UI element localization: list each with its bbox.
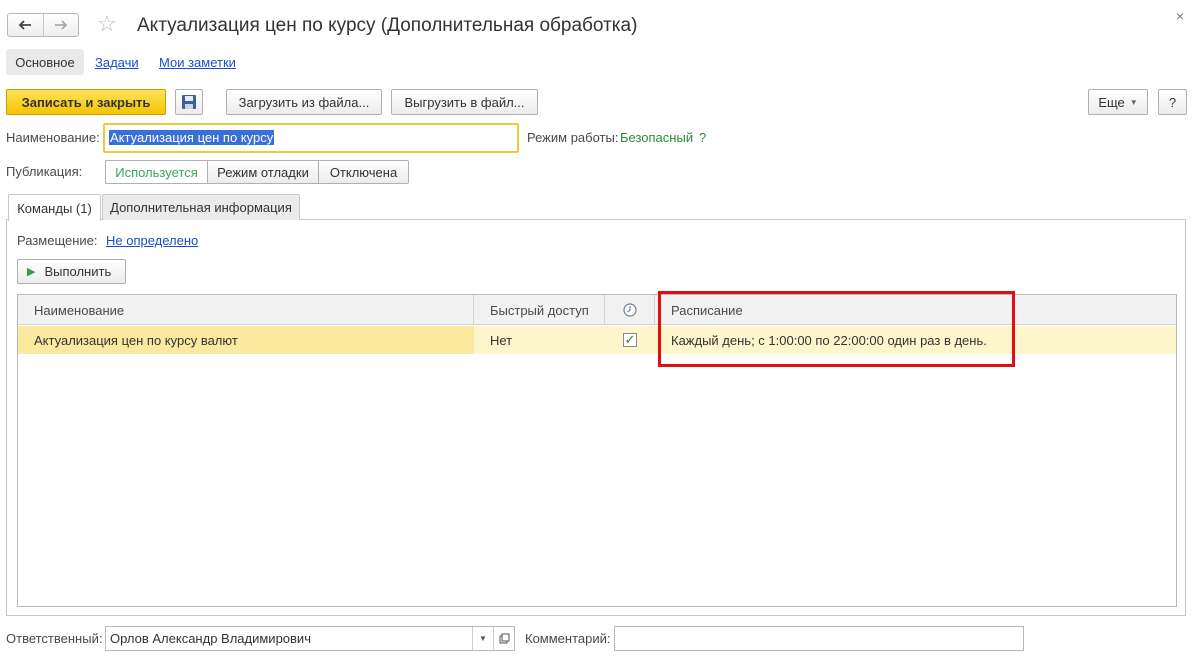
window-title: Актуализация цен по курсу (Дополнительна… [137,15,638,36]
open-icon [499,633,509,644]
back-button[interactable] [8,14,43,36]
column-header-scheduled[interactable] [605,295,655,325]
floppy-disk-icon [182,95,196,109]
unload-to-file-button[interactable]: Выгрузить в файл... [391,89,538,115]
name-label: Наименование: [6,130,100,145]
clock-icon [622,303,637,317]
close-icon[interactable]: × [1176,8,1184,24]
column-header-quick-access[interactable]: Быстрый доступ [474,295,605,325]
mode-value: Безопасный [620,130,694,145]
name-input[interactable]: Актуализация цен по курсу [103,123,519,153]
section-tab-notes[interactable]: Мои заметки [159,55,236,70]
publication-label: Публикация: [6,164,83,179]
comment-field[interactable] [614,626,1024,651]
mode-help-icon[interactable]: ? [699,130,706,145]
help-button[interactable]: ? [1158,89,1187,115]
arrow-right-icon [54,20,68,30]
row-name-cell: Актуализация цен по курсу валют [18,326,474,354]
placement-label: Размещение: [17,233,98,248]
section-tab-tasks[interactable]: Задачи [95,55,139,70]
section-tab-main[interactable]: Основное [6,49,84,75]
publication-option-debug[interactable]: Режим отладки [207,160,319,184]
more-button-label: Еще [1098,94,1125,110]
execute-button[interactable]: ▶ Выполнить [17,259,126,284]
responsible-dropdown-icon[interactable]: ▼ [472,627,493,650]
publication-option-used[interactable]: Используется [105,160,208,184]
comment-label: Комментарий: [525,631,611,646]
scheduled-checkbox[interactable]: ✓ [623,333,637,347]
name-input-value: Актуализация цен по курсу [109,130,275,145]
more-button[interactable]: Еще ▼ [1088,89,1148,115]
forward-button[interactable] [42,14,79,36]
row-scheduled-cell: ✓ [605,326,655,354]
execute-button-label: Выполнить [44,264,112,279]
highlight-frame [658,291,1015,367]
play-icon: ▶ [27,266,36,278]
open-responsible-button[interactable] [493,627,514,650]
publication-option-disabled[interactable]: Отключена [318,160,409,184]
navigation-buttons [7,13,79,37]
row-quick-access-cell: Нет [490,332,513,348]
placement-link[interactable]: Не определено [106,233,198,248]
save-and-close-button[interactable]: Записать и закрыть [6,89,166,115]
column-header-name[interactable]: Наименование [18,295,474,325]
mode-label: Режим работы: [527,130,619,145]
responsible-label: Ответственный: [6,631,103,646]
responsible-value: Орлов Александр Владимирович [110,631,311,646]
load-from-file-button[interactable]: Загрузить из файла... [226,89,382,115]
checkmark-icon: ✓ [624,332,636,347]
chevron-down-icon: ▼ [1129,97,1138,107]
favorite-star-icon[interactable]: ☆ [97,13,117,35]
arrow-left-icon [18,20,32,30]
tab-additional-info[interactable]: Дополнительная информация [102,194,300,220]
responsible-field[interactable]: Орлов Александр Владимирович [105,626,515,651]
save-button[interactable] [175,89,203,115]
tab-commands[interactable]: Команды (1) [8,194,101,221]
